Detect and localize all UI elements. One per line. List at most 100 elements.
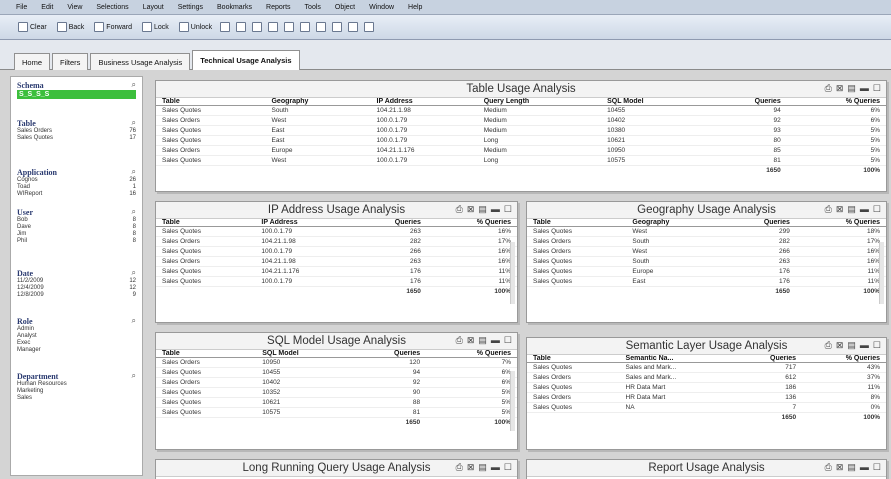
column-header[interactable]: Queries [721,219,796,227]
excel-icon[interactable]: ⊠ [836,340,844,351]
copy-icon[interactable] [268,22,279,32]
menu-item[interactable]: Bookmarks [217,4,252,11]
minimize-icon[interactable]: ▬ [860,204,869,215]
column-header[interactable]: Semantic Na... [619,355,734,363]
print-icon[interactable]: ⎙ [825,340,832,351]
search-icon[interactable] [332,22,343,32]
listbox-item[interactable]: Sales Quotes 17 [17,135,136,142]
menu-icon[interactable]: ▤ [478,335,487,346]
table-row[interactable]: Sales Quotes 10621 88 5% [156,397,517,408]
table-row[interactable]: Sales Quotes 100.0.1.79 263 16% [156,226,517,237]
excel-icon[interactable]: ⊠ [836,462,844,473]
column-header[interactable]: Table [527,219,627,227]
table-row[interactable]: Sales Quotes Europe 176 11% [527,266,886,277]
scrollbar[interactable] [879,242,884,304]
table-row[interactable]: Sales Quotes Sales and Mark... 717 43% [527,362,886,373]
minimize-icon[interactable]: ▬ [860,83,869,94]
column-header[interactable]: % Queries [426,350,517,358]
menu-item[interactable]: Object [335,4,355,11]
table-row[interactable]: Sales Quotes 10352 90 5% [156,387,517,398]
listbox-item[interactable]: WIReport 16 [17,191,136,198]
minimize-icon[interactable]: ▬ [491,204,500,215]
menu-icon[interactable]: ▤ [478,462,487,473]
clear-button[interactable]: Clear [16,21,49,33]
listbox-item[interactable]: Cognos 26 [17,177,136,184]
table-row[interactable]: Sales Quotes 100.0.1.79 266 16% [156,246,517,257]
menu-item[interactable]: File [16,4,27,11]
table-row[interactable]: Sales Orders 10950 120 7% [156,357,517,368]
excel-icon[interactable]: ⊠ [467,335,475,346]
column-header[interactable]: Table [527,355,620,363]
table-row[interactable]: Sales Quotes 10575 81 5% [156,407,517,418]
listbox-item[interactable]: 12/4/2009 12 [17,285,136,292]
listbox-item[interactable]: Bob 8 [17,217,136,224]
column-header[interactable]: Geography [626,219,722,227]
search-icon[interactable]: ⌕ [132,371,136,381]
listbox-item[interactable]: Marketing [17,388,136,395]
tab-business-usage[interactable]: Business Usage Analysis [90,53,191,70]
menu-item[interactable]: Settings [178,4,203,11]
listbox-item[interactable]: Sales Orders 76 [17,128,136,135]
search-icon[interactable]: ⌕ [132,316,136,326]
column-header[interactable]: Queries [352,219,427,227]
scrollbar[interactable] [510,242,515,304]
minimize-icon[interactable]: ▬ [860,340,869,351]
print-icon[interactable]: ⎙ [825,204,832,215]
table-row[interactable]: Sales Orders Europe 104.21.1.176 Medium 1095… [156,145,886,156]
table-row[interactable]: Sales Quotes South 263 16% [527,256,886,267]
menu-icon[interactable]: ▤ [847,204,856,215]
open-icon[interactable] [236,22,247,32]
save-icon[interactable] [252,22,263,32]
listbox-item[interactable]: Dave 8 [17,224,136,231]
column-header[interactable]: Queries [705,98,787,106]
column-header[interactable]: Table [156,98,266,106]
table-row[interactable]: Sales Orders South 282 17% [527,236,886,247]
excel-icon[interactable]: ⊠ [467,204,475,215]
search-icon[interactable]: ⌕ [132,167,136,177]
search-icon[interactable]: ⌕ [132,80,136,90]
table-row[interactable]: Sales Orders West 266 16% [527,246,886,257]
listbox-item[interactable]: Jim 8 [17,231,136,238]
maximize-icon[interactable]: ☐ [873,204,881,215]
menu-item[interactable]: Layout [143,4,164,11]
table-row[interactable]: Sales Quotes 10455 94 6% [156,367,517,378]
listbox-item[interactable]: Admin [17,326,136,333]
column-header[interactable]: IP Address [370,98,478,106]
column-header[interactable]: SQL Model [256,350,352,358]
table-row[interactable]: Sales Orders West 100.0.1.79 Medium 10402 92 6… [156,115,886,126]
column-header[interactable]: IP Address [255,219,353,227]
chart-icon[interactable] [348,22,359,32]
menu-item[interactable]: Tools [305,4,321,11]
column-header[interactable]: % Queries [426,219,517,227]
menu-item[interactable]: Help [408,4,422,11]
listbox-item[interactable]: Sales [17,395,136,402]
listbox-item[interactable]: Toad 1 [17,184,136,191]
tab-filters[interactable]: Filters [52,53,89,70]
column-header[interactable]: Table [156,219,256,227]
excel-icon[interactable]: ⊠ [836,83,844,94]
table-row[interactable]: Sales Quotes 100.0.1.79 176 11% [156,276,517,287]
maximize-icon[interactable]: ☐ [504,335,512,346]
listbox-item[interactable]: Manager [17,347,136,354]
column-header[interactable]: Query Length [477,98,602,106]
tab-home[interactable]: Home [14,53,51,70]
menu-icon[interactable]: ▤ [847,340,856,351]
table-row[interactable]: Sales Quotes East 100.0.1.79 Medium 10380 93 5… [156,125,886,136]
menu-item[interactable]: Reports [266,4,291,11]
unlock-button[interactable]: Unlock [177,21,214,33]
maximize-icon[interactable]: ☐ [873,340,881,351]
column-header[interactable]: % Queries [795,219,886,227]
print-icon[interactable]: ⎙ [456,204,463,215]
column-header[interactable]: % Queries [802,355,886,363]
maximize-icon[interactable]: ☐ [873,462,881,473]
undo-icon[interactable] [300,22,311,32]
column-header[interactable]: Table [156,350,257,358]
print-icon[interactable]: ⎙ [825,83,832,94]
listbox-item-selected[interactable]: S_S_S_S [17,90,136,99]
listbox-item[interactable]: Exec [17,340,136,347]
listbox-item[interactable]: 12/8/2009 9 [17,292,136,299]
print-icon[interactable]: ⎙ [825,462,832,473]
menu-icon[interactable]: ▤ [847,462,856,473]
redo-icon[interactable] [316,22,327,32]
table-row[interactable]: Sales Orders HR Data Mart 136 8% [527,392,886,403]
